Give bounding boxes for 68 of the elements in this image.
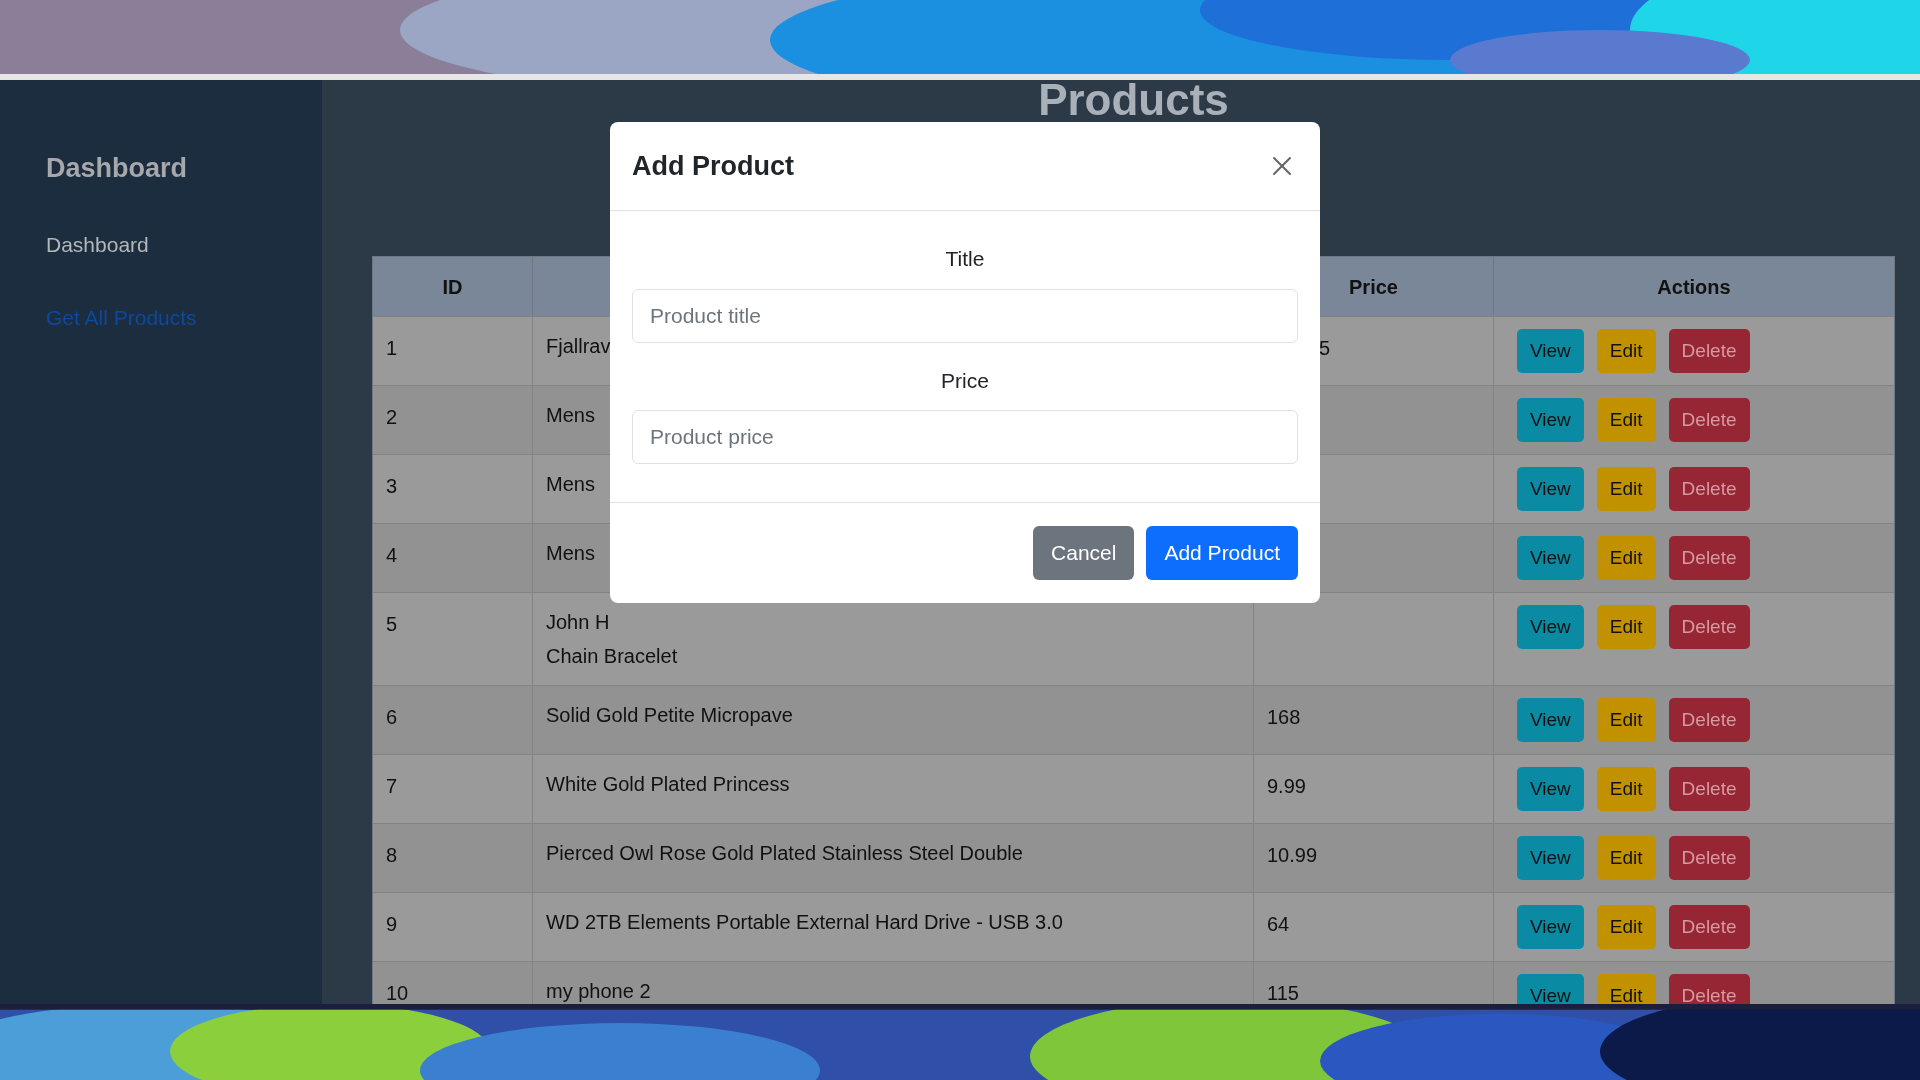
action-button[interactable]: Edit <box>1596 398 1656 442</box>
action-button[interactable]: View <box>1517 398 1584 442</box>
action-button[interactable]: View <box>1517 536 1584 580</box>
action-button[interactable]: View <box>1517 605 1584 649</box>
table-cell: 5 <box>1319 337 1331 359</box>
action-button[interactable]: Delete <box>1668 467 1750 511</box>
table-cell: 2 <box>386 406 398 428</box>
field-label: Price <box>941 367 989 394</box>
action-button[interactable]: Edit <box>1596 836 1656 880</box>
table-cell: 5 <box>386 613 398 635</box>
action-button[interactable]: Edit <box>1596 698 1656 742</box>
action-button[interactable]: Delete <box>1668 398 1750 442</box>
input-field[interactable]: Product price <box>632 410 1298 464</box>
action-button[interactable]: View <box>1517 905 1584 949</box>
action-button[interactable]: Edit <box>1596 329 1656 373</box>
action-button[interactable]: View <box>1517 836 1584 880</box>
table-cell-text: White Gold Plated Princess <box>546 772 790 797</box>
action-button[interactable]: Edit <box>1596 467 1656 511</box>
dialog-title: Add Product <box>632 149 794 183</box>
action-button[interactable]: Edit <box>1596 767 1656 811</box>
action-button[interactable]: Delete <box>1668 767 1750 811</box>
table-cell: 6 <box>386 706 398 728</box>
action-button[interactable]: Delete <box>1668 329 1750 373</box>
dialog-button[interactable]: Add Product <box>1146 526 1298 580</box>
action-button[interactable]: Delete <box>1668 536 1750 580</box>
table-cell: 64 <box>1267 913 1290 935</box>
action-button[interactable]: Delete <box>1668 605 1750 649</box>
table-cell: 9 <box>386 913 398 935</box>
action-button[interactable]: View <box>1517 974 1584 1004</box>
action-button[interactable]: View <box>1517 329 1584 373</box>
action-button[interactable]: Delete <box>1668 698 1750 742</box>
table-cell: 4 <box>386 544 398 566</box>
table-cell: 3 <box>386 475 398 497</box>
table-cell: 115 <box>1267 982 1299 1004</box>
action-button[interactable]: Edit <box>1596 536 1656 580</box>
table-cell: 168 <box>1267 706 1301 728</box>
table-cell: 10.99 <box>1267 844 1318 866</box>
dialog-button[interactable]: Cancel <box>1033 526 1135 580</box>
column-header: Actions <box>1656 274 1732 300</box>
table-cell-text: Mens <box>546 472 595 497</box>
action-button[interactable]: Edit <box>1596 605 1656 649</box>
table-cell: 10 <box>386 982 409 1004</box>
field-label: Title <box>945 246 985 272</box>
action-button[interactable]: Delete <box>1668 905 1750 949</box>
action-button[interactable]: Delete <box>1668 836 1750 880</box>
table-cell-text: Fjallrav <box>546 334 611 359</box>
action-button[interactable]: Edit <box>1596 905 1656 949</box>
sidebar-link[interactable]: Dashboard <box>46 228 149 260</box>
input-field[interactable]: Product title <box>632 288 1298 343</box>
table-cell-text: Solid Gold Petite Micropave <box>546 703 793 728</box>
table-cell: 7 <box>386 775 398 797</box>
action-button[interactable]: View <box>1517 698 1584 742</box>
action-button[interactable]: View <box>1517 767 1584 811</box>
table-cell-text: Pierced Owl Rose Gold Plated Stainless Steel Double <box>546 841 1023 866</box>
table-cell-text: my phone 2 <box>546 979 651 1004</box>
page-title: Products <box>1038 80 1229 120</box>
action-button[interactable]: View <box>1517 467 1584 511</box>
table-cell: 1 <box>386 337 398 359</box>
table-cell: 8 <box>386 844 398 866</box>
table-cell-text: Mens <box>546 541 595 566</box>
sidebar-brand: Dashboard <box>46 152 189 185</box>
table-cell-text: John H <box>546 610 610 635</box>
table-cell: 9.99 <box>1267 775 1306 797</box>
table-cell-text: Mens <box>546 403 595 428</box>
table-cell-text: Chain Bracelet <box>546 644 678 669</box>
action-button[interactable]: Edit <box>1596 974 1656 1004</box>
table-cell-text: WD 2TB Elements Portable External Hard Drive - USB 3.0 <box>546 910 1063 935</box>
action-button[interactable]: Delete <box>1668 974 1750 1004</box>
